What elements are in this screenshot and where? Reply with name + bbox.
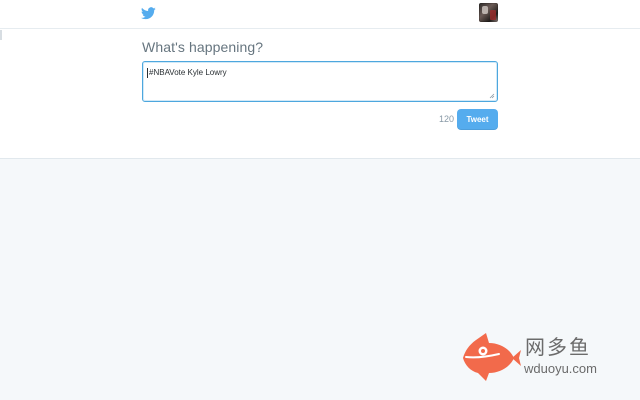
watermark: 网多鱼 wduoyu.com [461,333,613,381]
watermark-chinese-text: 网多鱼 [525,337,591,359]
text-caret [147,68,148,78]
resize-grip-icon[interactable] [489,93,495,99]
page: What's happening? #NBAVote Kyle Lowry 12… [0,0,640,400]
header-divider [0,28,640,29]
tweet-input-text: #NBAVote Kyle Lowry [149,68,227,77]
fish-icon [463,333,521,381]
avatar[interactable] [479,3,498,22]
tweet-input[interactable]: #NBAVote Kyle Lowry [142,61,498,102]
left-edge-mark [0,30,2,40]
tweet-button[interactable]: Tweet [457,109,498,130]
compose-title: What's happening? [142,39,264,55]
watermark-url: wduoyu.com [524,361,597,376]
twitter-bird-icon[interactable] [141,7,156,20]
compose-panel: What's happening? #NBAVote Kyle Lowry 12… [0,0,640,159]
character-count: 120 [438,114,454,124]
